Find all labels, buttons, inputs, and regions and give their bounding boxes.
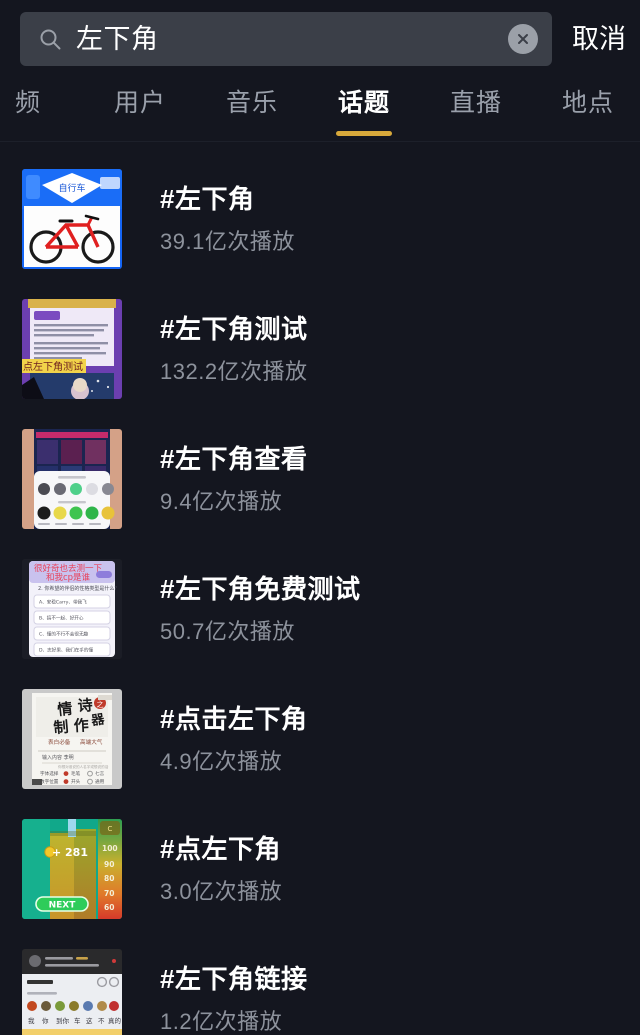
cancel-button[interactable]: 取消 [572,24,626,54]
list-item[interactable]: 自行车 #左下角 39.1亿次播放 [0,154,640,284]
svg-text:车: 车 [74,1016,81,1025]
list-item[interactable]: C 100 90 80 70 60 + 281 NEXT #点左下角 3.0亿次播放 [0,804,640,934]
svg-text:点左下角测试: 点左下角测试 [23,360,83,373]
list-item[interactable]: 情 诗 制 作 器 之 表白必备 高端大气 输入内容 李明 你想对谁说的人名字或想… [0,674,640,804]
close-circle-icon[interactable] [508,24,538,54]
topic-play-count: 132.2亿次播放 [160,359,308,384]
svg-text:诗: 诗 [77,696,93,715]
svg-text:表白必备: 表白必备 [48,738,71,746]
tab-label: 直播 [449,89,502,117]
svg-text:C、懂的不行不会很无趣: C、懂的不行不会很无趣 [39,631,89,638]
list-item[interactable]: 我你到你车 这不真的 空格一下 #左下角链接 1.2亿次播放 [0,934,640,1035]
topic-title: #点击左下角 [160,704,308,734]
list-item-text: #点左下角 3.0亿次播放 [160,833,282,905]
list-item-text: #左下角查看 9.4亿次播放 [160,443,307,515]
topic-title: #左下角测试 [160,314,308,344]
tab-strip: 频 用户 音乐 话题 直播 地点 商 [0,78,640,141]
tab-places[interactable]: 地点 [532,78,640,141]
list-item-text: #点击左下角 4.9亿次播放 [160,703,307,775]
svg-text:制: 制 [53,718,70,737]
svg-text:D、志好果、我们在乎的懂: D、志好果、我们在乎的懂 [39,647,93,654]
topic-thumbnail-bicycle: 自行车 [22,169,122,269]
svg-text:你想对谁说的人名字或想说的话: 你想对谁说的人名字或想说的话 [58,764,109,769]
tab-label: 音乐 [225,89,278,117]
svg-text:我: 我 [28,1016,35,1025]
topic-thumbnail-purple-doc: 点左下角测试 [22,299,122,399]
topic-thumbnail-phone-share [22,429,122,529]
svg-text:七言: 七言 [95,770,105,777]
topic-play-count: 39.1亿次播放 [160,229,295,254]
search-input[interactable]: 左下角 [20,12,552,66]
tab-label: 话题 [337,89,390,117]
topic-play-count: 50.7亿次播放 [160,619,295,644]
svg-text:通用: 通用 [95,778,105,785]
tab-label: 用户 [113,89,166,117]
svg-text:你: 你 [42,1016,49,1025]
tab-video[interactable]: 频 [0,78,84,141]
topic-result-list: 自行车 #左下角 39.1亿次播放 点左下角测试 #左下角测试 132.2亿次播… [0,142,640,1035]
svg-text:NEXT: NEXT [49,901,77,911]
svg-text:C: C [108,825,113,833]
topic-thumbnail-chat-keyboard: 我你到你车 这不真的 空格一下 [22,949,122,1035]
search-input-value: 左下角 [76,24,159,54]
svg-text:这: 这 [86,1016,93,1025]
list-item-text: #左下角链接 1.2亿次播放 [160,963,307,1035]
topic-thumbnail-quiz-card: 很好奇也去测一下 和我cp是谁 2. 你希望的伴侣的性格类型是什么? A、安稳C… [22,559,122,659]
list-item[interactable]: #左下角查看 9.4亿次播放 [0,414,640,544]
search-icon [38,27,62,51]
tab-label: 地点 [561,89,614,117]
topic-thumbnail-game-bars: C 100 90 80 70 60 + 281 NEXT [22,819,122,919]
list-item-text: #左下角 39.1亿次播放 [160,183,295,255]
svg-text:+ 281: + 281 [52,846,88,859]
topic-title: #左下角 [160,184,255,214]
list-item-text: #左下角测试 132.2亿次播放 [160,313,308,385]
topic-play-count: 1.2亿次播放 [160,1009,283,1034]
topic-title: #左下角链接 [160,964,308,994]
tab-label: 频 [14,89,41,117]
tab-users[interactable]: 用户 [84,78,196,141]
tab-topics[interactable]: 话题 [308,78,420,141]
svg-text:字体选择: 字体选择 [40,770,59,777]
svg-text:输入内容 李明: 输入内容 李明 [42,754,74,761]
svg-text:作: 作 [73,716,89,735]
list-item[interactable]: 很好奇也去测一下 和我cp是谁 2. 你希望的伴侣的性格类型是什么? A、安稳C… [0,544,640,674]
search-category-tabs: 频 用户 音乐 话题 直播 地点 商 [0,78,640,142]
svg-text:毛笔: 毛笔 [71,770,81,777]
svg-text:之: 之 [97,700,104,709]
topic-thumbnail-calligraphy: 情 诗 制 作 器 之 表白必备 高端大气 输入内容 李明 你想对谁说的人名字或想… [22,689,122,789]
topic-play-count: 4.9亿次播放 [160,749,283,774]
topic-play-count: 9.4亿次播放 [160,489,283,514]
svg-text:100: 100 [102,844,118,853]
svg-text:80: 80 [104,874,114,883]
tab-underline [336,131,392,136]
svg-text:2. 你希望的伴侣的性格类型是什么?: 2. 你希望的伴侣的性格类型是什么? [38,585,117,592]
svg-text:70: 70 [104,889,114,898]
topic-title: #左下角查看 [160,444,308,474]
svg-text:90: 90 [104,860,114,869]
list-item-text: #左下角免费测试 50.7亿次播放 [160,573,360,645]
svg-text:自行车: 自行车 [58,182,85,194]
svg-text:60: 60 [104,903,114,912]
list-item[interactable]: 点左下角测试 #左下角测试 132.2亿次播放 [0,284,640,414]
svg-text:开头: 开头 [71,778,81,785]
svg-text:情: 情 [57,700,74,719]
topic-play-count: 3.0亿次播放 [160,879,283,904]
svg-text:到你: 到你 [56,1016,70,1025]
topic-title: #点左下角 [160,834,281,864]
tab-live[interactable]: 直播 [420,78,532,141]
tab-music[interactable]: 音乐 [196,78,308,141]
svg-text:和我cp是谁: 和我cp是谁 [46,572,91,583]
svg-text:数字位置: 数字位置 [40,778,59,785]
topic-title: #左下角免费测试 [160,574,361,604]
search-bar: 左下角 取消 [0,0,640,78]
svg-text:B、搞不一起、好开心: B、搞不一起、好开心 [39,615,84,622]
svg-text:不: 不 [98,1017,105,1025]
svg-text:A、安稳Carry、带我飞: A、安稳Carry、带我飞 [39,599,87,606]
svg-text:高端大气: 高端大气 [80,738,103,746]
svg-text:真的: 真的 [108,1016,122,1025]
